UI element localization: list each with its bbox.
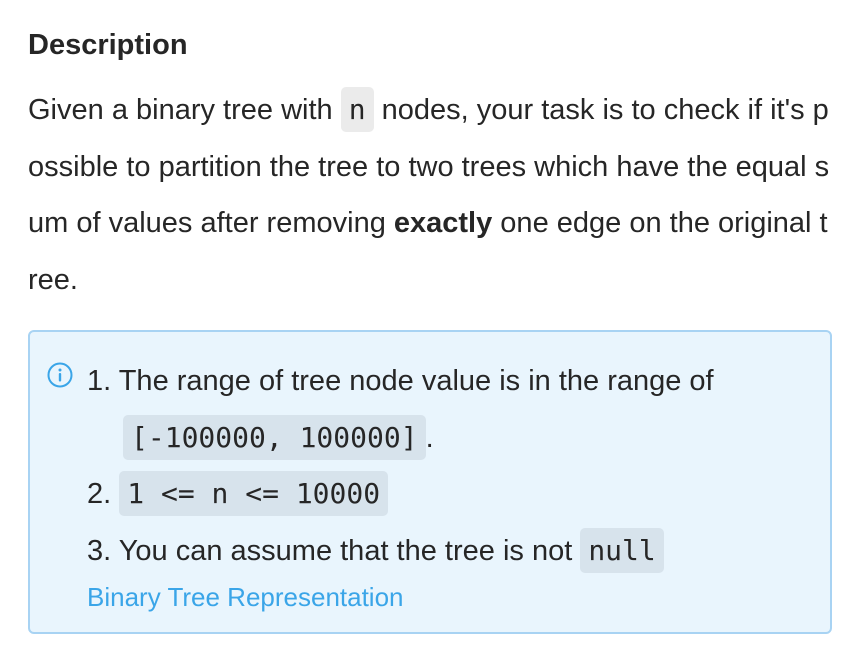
note-code: 1 <= n <= 10000 bbox=[119, 471, 389, 516]
note-suffix: . bbox=[425, 421, 434, 454]
note-number: 1. bbox=[87, 365, 112, 397]
info-icon bbox=[47, 362, 73, 388]
description-part1: Given a binary tree with bbox=[28, 94, 341, 126]
note-text: You can assume that the tree is not bbox=[111, 534, 581, 567]
problem-description: Description Given a binary tree with n n… bbox=[0, 0, 834, 634]
notes-list: 1. The range of tree node value is in th… bbox=[87, 353, 814, 579]
note-item-1: 1. The range of tree node value is in th… bbox=[87, 353, 814, 466]
note-item-3: 3. You can assume that the tree is not n… bbox=[87, 523, 814, 580]
description-text: Given a binary tree with n nodes, your t… bbox=[28, 82, 834, 308]
notes-callout: 1. The range of tree node value is in th… bbox=[28, 330, 832, 634]
section-heading: Description bbox=[28, 29, 188, 61]
note-code: null bbox=[580, 527, 664, 573]
note-item-2: 2. 1 <= n <= 10000 bbox=[87, 466, 814, 523]
binary-tree-representation-link[interactable]: Binary Tree Representation bbox=[87, 582, 404, 612]
note-number: 2. bbox=[87, 478, 112, 510]
description-emphasis: exactly bbox=[393, 207, 493, 239]
note-number: 3. bbox=[87, 534, 112, 567]
note-text: The range of tree node value is in the r… bbox=[111, 365, 714, 397]
inline-code-n: n bbox=[340, 87, 374, 132]
note-code: [-100000, 100000] bbox=[123, 414, 426, 460]
